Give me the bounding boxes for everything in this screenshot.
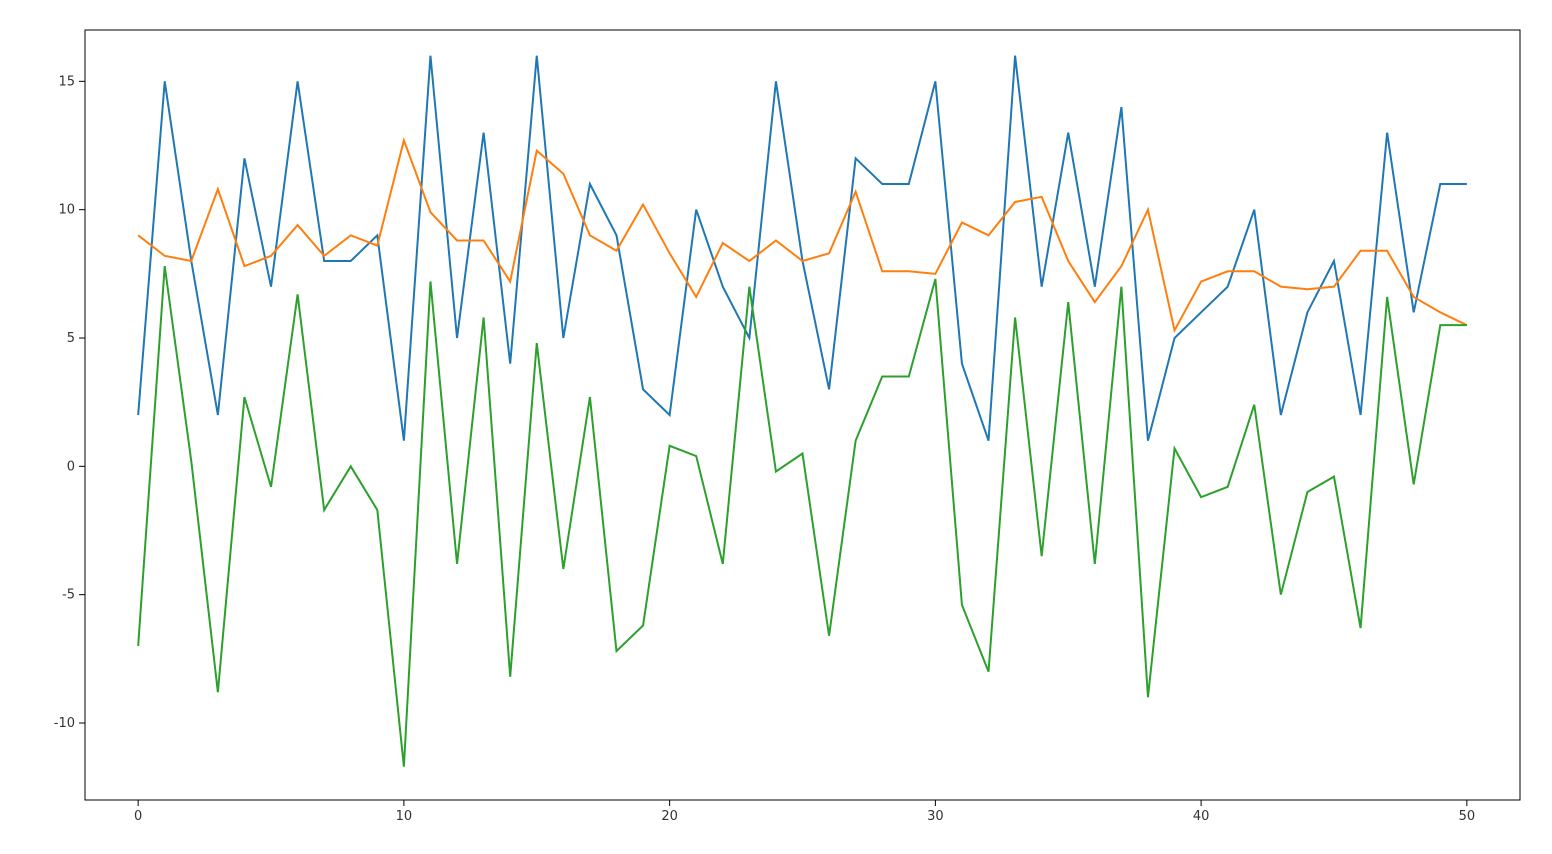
- x-tick-label: 0: [134, 809, 142, 824]
- chart-container: -10 -5 0 5 10 15 0 10 20 30 40 50: [0, 0, 1552, 854]
- x-tick-label: 10: [396, 809, 413, 824]
- x-tick-label: 20: [661, 809, 678, 824]
- x-tick-label: 30: [927, 809, 944, 824]
- y-tick-label: -5: [62, 588, 75, 603]
- y-tick-label: 15: [58, 74, 75, 89]
- line-chart: -10 -5 0 5 10 15 0 10 20 30 40 50: [0, 0, 1552, 854]
- x-tick-label: 40: [1193, 809, 1210, 824]
- y-tick-label: -10: [54, 716, 75, 731]
- y-tick-label: 5: [67, 331, 75, 346]
- plot-border: [85, 30, 1520, 800]
- line-series-1: [138, 56, 1467, 441]
- y-tick-label: 10: [58, 203, 75, 218]
- line-series-2: [138, 140, 1467, 330]
- x-tick-label: 50: [1459, 809, 1476, 824]
- line-series-3: [138, 266, 1467, 767]
- y-tick-label: 0: [67, 459, 75, 474]
